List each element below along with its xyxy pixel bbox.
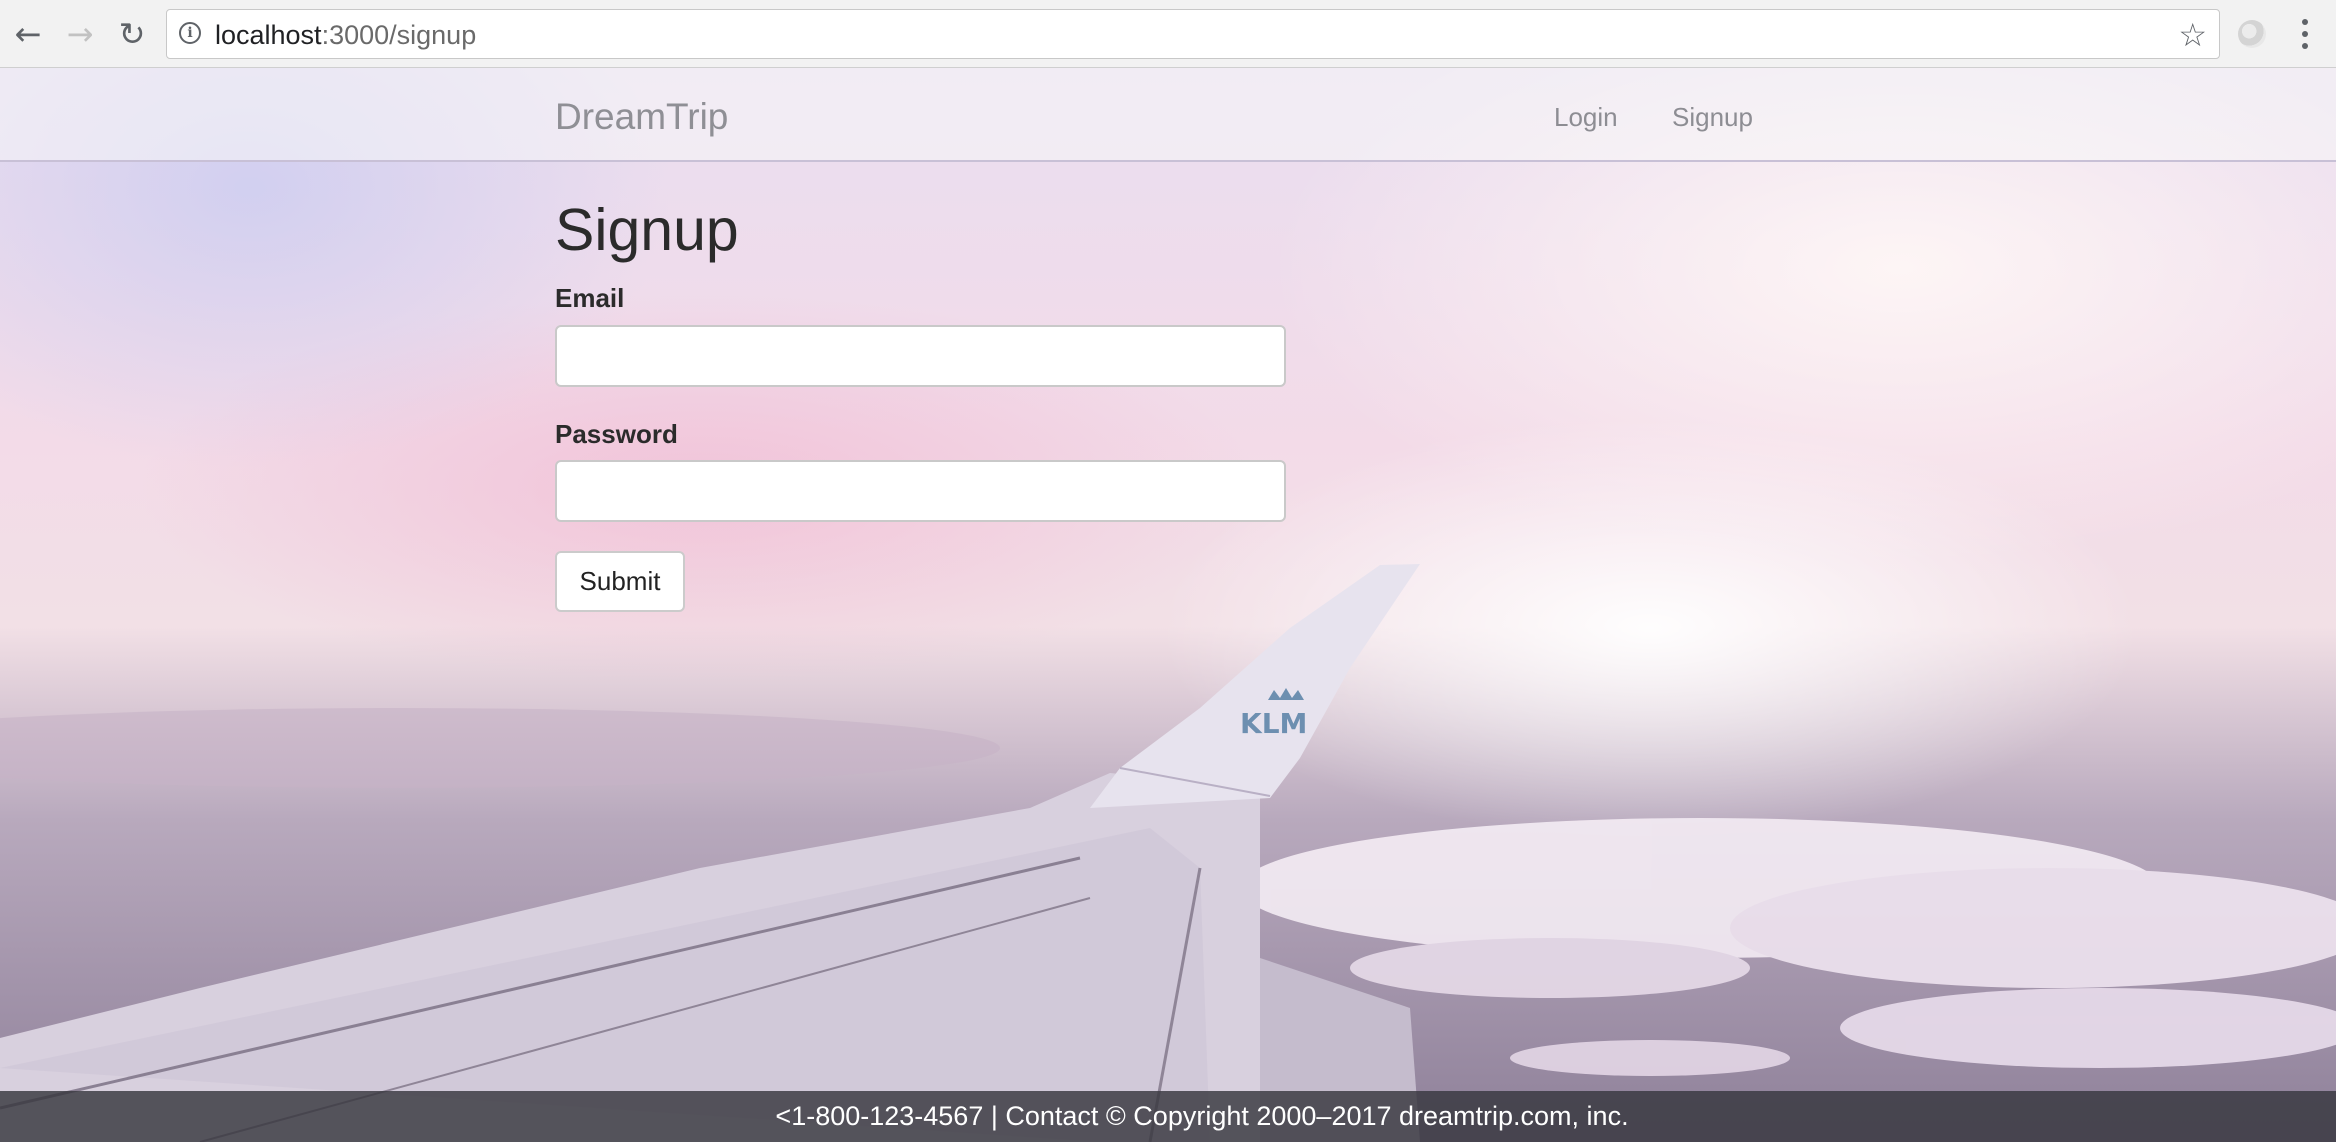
app-navbar: DreamTrip Login Signup (0, 68, 2336, 162)
footer-text: <1-800-123-4567 | Contact © Copyright 20… (775, 1101, 1629, 1131)
browser-toolbar: ← → ↻ i localhost:3000/signup ☆ (0, 0, 2336, 68)
airplane-wing-image: KLM (0, 564, 2336, 1142)
email-label: Email (555, 283, 625, 313)
extension-icon[interactable] (2238, 20, 2266, 48)
password-field[interactable] (555, 460, 1286, 522)
url-text[interactable]: localhost:3000/signup (215, 20, 476, 51)
back-arrow-icon[interactable]: ← (8, 12, 48, 56)
brand-link[interactable]: DreamTrip (555, 96, 728, 138)
nav-signup-link[interactable]: Signup (1672, 102, 1753, 133)
reload-icon[interactable]: ↻ (112, 12, 152, 56)
email-field[interactable] (555, 325, 1286, 387)
address-bar[interactable]: i localhost:3000/signup ☆ (166, 9, 2220, 59)
kebab-menu-icon[interactable] (2290, 16, 2320, 52)
info-icon[interactable]: i (179, 22, 201, 44)
password-label: Password (555, 419, 678, 449)
footer: <1-800-123-4567 | Contact © Copyright 20… (0, 1091, 2336, 1142)
url-host: localhost (215, 20, 322, 50)
forward-arrow-icon[interactable]: → (60, 12, 100, 56)
submit-button[interactable]: Submit (555, 551, 685, 612)
star-icon[interactable]: ☆ (2178, 16, 2207, 54)
nav-login-link[interactable]: Login (1554, 102, 1618, 133)
url-path: :3000/signup (321, 20, 477, 50)
hero-background: KLM (0, 68, 2336, 1142)
klm-logo-text: KLM (1240, 707, 1307, 740)
page-title: Signup (555, 197, 739, 263)
